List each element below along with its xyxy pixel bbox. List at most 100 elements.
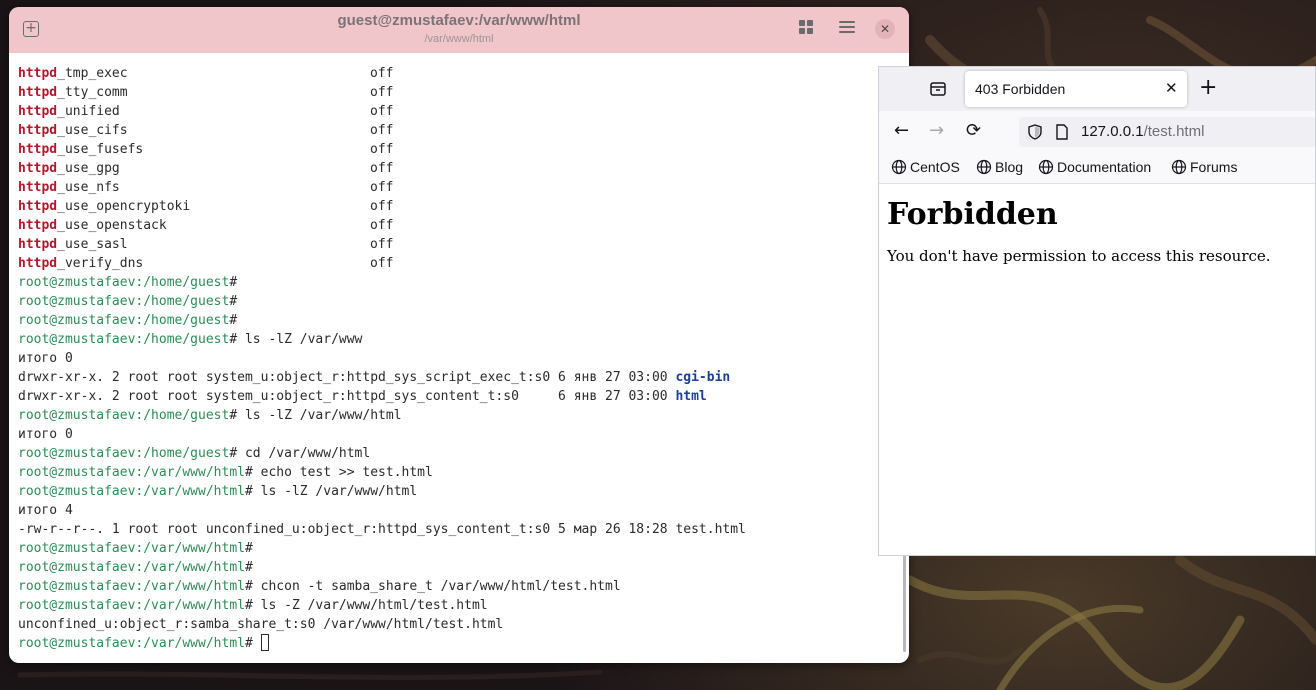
boolean-prefix: httpd xyxy=(18,66,58,81)
page-heading: Forbidden xyxy=(887,197,1058,232)
boolean-suffix: _verify_dns xyxy=(57,256,144,271)
terminal-line: drwxr-xr-x. 2 root root system_u:object_… xyxy=(18,368,898,387)
prompt-path: root@zmustafaev:/var/www/html xyxy=(18,560,245,575)
directory-name: cgi-bin xyxy=(675,370,731,385)
terminal-title: guest@zmustafaev:/var/www/html xyxy=(337,12,581,29)
command-text xyxy=(253,636,261,651)
close-icon[interactable]: ✕ xyxy=(875,19,895,39)
prompt-symbol: # xyxy=(229,446,238,461)
navigation-bar: ← → ⟳ 127.0.0.1/test.html xyxy=(879,111,1315,153)
new-tab-plus-icon[interactable]: + xyxy=(1199,77,1217,99)
boolean-suffix: _unified xyxy=(57,104,120,119)
bookmark-label: CentOS xyxy=(910,159,960,175)
boolean-suffix: _use_nfs xyxy=(57,180,120,195)
browser-window[interactable]: 403 Forbidden ✕ + ← → ⟳ 127.0.0.1/test.h… xyxy=(878,66,1316,556)
tab-active[interactable]: 403 Forbidden ✕ xyxy=(965,71,1187,107)
output-text: итого 0 xyxy=(18,427,73,442)
terminal-window[interactable]: + guest@zmustafaev:/var/www/html /var/ww… xyxy=(9,7,909,663)
terminal-line: root@zmustafaev:/home/guest# ls -lZ /var… xyxy=(18,330,898,349)
prompt-symbol: # xyxy=(229,332,238,347)
globe-icon xyxy=(1171,159,1187,175)
command-text: ls -lZ /var/www xyxy=(237,332,363,347)
terminal-line: root@zmustafaev:/home/guest# xyxy=(18,273,898,292)
boolean-prefix: httpd xyxy=(18,104,58,119)
terminal-line: unconfined_u:object_r:samba_share_t:s0 /… xyxy=(18,615,898,634)
terminal-line: -rw-r--r--. 1 root root unconfined_u:obj… xyxy=(18,520,898,539)
page-content: Forbidden You don't have permission to a… xyxy=(887,195,1307,265)
terminal-line: root@zmustafaev:/var/www/html# ls -lZ /v… xyxy=(18,482,898,501)
terminal-line: root@zmustafaev:/home/guest# xyxy=(18,311,898,330)
terminal-line: httpd_tty_comm off xyxy=(18,83,898,102)
boolean-suffix: _use_cifs xyxy=(57,123,128,138)
boolean-name: httpd_use_cifs xyxy=(18,121,370,140)
prompt-symbol: # xyxy=(229,408,238,423)
prompt-path: root@zmustafaev:/home/guest xyxy=(18,446,230,461)
terminal-headerbar[interactable]: + guest@zmustafaev:/var/www/html /var/ww… xyxy=(9,7,909,53)
boolean-prefix: httpd xyxy=(18,123,58,138)
boolean-prefix: httpd xyxy=(18,199,58,214)
tab-bar: 403 Forbidden ✕ + xyxy=(879,67,1315,111)
boolean-value: off xyxy=(370,180,394,195)
prompt-path: root@zmustafaev:/var/www/html xyxy=(18,484,245,499)
boolean-value: off xyxy=(370,256,394,271)
directory-name: html xyxy=(675,389,707,404)
boolean-suffix: _tmp_exec xyxy=(57,66,128,81)
terminal-line: root@zmustafaev:/home/guest# ls -lZ /var… xyxy=(18,406,898,425)
forward-arrow-icon[interactable]: → xyxy=(929,121,944,141)
boolean-name: httpd_tmp_exec xyxy=(18,64,370,83)
terminal-line: httpd_use_openstack off xyxy=(18,216,898,235)
terminal-line: httpd_use_fusefs off xyxy=(18,140,898,159)
bookmark-blog[interactable]: Blog xyxy=(976,159,1023,175)
terminal-line: root@zmustafaev:/var/www/html# xyxy=(18,558,898,577)
terminal-line: httpd_tmp_exec off xyxy=(18,64,898,83)
prompt-symbol: # xyxy=(244,560,253,575)
boolean-value: off xyxy=(370,85,394,100)
terminal-line: root@zmustafaev:/var/www/html# xyxy=(18,539,898,558)
bookmark-documentation[interactable]: Documentation xyxy=(1038,159,1151,175)
back-arrow-icon[interactable]: ← xyxy=(894,121,909,141)
shield-icon[interactable] xyxy=(1027,124,1043,144)
boolean-suffix: _use_opencryptoki xyxy=(57,199,191,214)
boolean-name: httpd_use_gpg xyxy=(18,159,370,178)
terminal-cursor[interactable] xyxy=(260,634,269,651)
boolean-suffix: _use_openstack xyxy=(57,218,167,233)
command-text: ls -Z /var/www/html/test.html xyxy=(252,598,488,613)
terminal-line: root@zmustafaev:/home/guest# xyxy=(18,292,898,311)
terminal-line: httpd_use_sasl off xyxy=(18,235,898,254)
boolean-value: off xyxy=(370,142,394,157)
prompt-path: root@zmustafaev:/var/www/html xyxy=(18,579,245,594)
boolean-name: httpd_verify_dns xyxy=(18,254,370,273)
boolean-suffix: _use_sasl xyxy=(57,237,128,252)
address-bar[interactable]: 127.0.0.1/test.html xyxy=(1019,117,1315,147)
boolean-prefix: httpd xyxy=(18,85,58,100)
reload-icon[interactable]: ⟳ xyxy=(966,121,981,141)
prompt-path: root@zmustafaev:/home/guest xyxy=(18,332,230,347)
boolean-value: off xyxy=(370,199,394,214)
url-text[interactable]: 127.0.0.1/test.html xyxy=(1081,123,1204,140)
boolean-name: httpd_use_fusefs xyxy=(18,140,370,159)
tab-list-icon[interactable] xyxy=(929,80,947,98)
bookmark-forums[interactable]: Forums xyxy=(1171,159,1237,175)
tab-overview-icon[interactable] xyxy=(799,20,813,34)
hamburger-menu-icon[interactable] xyxy=(839,20,855,34)
prompt-path: root@zmustafaev:/home/guest xyxy=(18,294,230,309)
page-info-icon[interactable] xyxy=(1055,124,1069,144)
prompt-symbol: # xyxy=(244,541,253,556)
prompt-symbol: # xyxy=(244,598,253,613)
boolean-prefix: httpd xyxy=(18,180,58,195)
bookmark-centos[interactable]: CentOS xyxy=(891,159,960,175)
command-text: chcon -t samba_share_t /var/www/html/tes… xyxy=(252,579,621,594)
terminal-line: root@zmustafaev:/home/guest# cd /var/www… xyxy=(18,444,898,463)
terminal-line: httpd_use_cifs off xyxy=(18,121,898,140)
boolean-suffix: _use_gpg xyxy=(57,161,120,176)
boolean-name: httpd_tty_comm xyxy=(18,83,370,102)
output-text: -rw-r--r--. 1 root root unconfined_u:obj… xyxy=(18,522,746,537)
boolean-suffix: _use_fusefs xyxy=(57,142,144,157)
output-text: итого 0 xyxy=(18,351,73,366)
terminal-output[interactable]: httpd_tmp_exec off httpd_tty_comm off httpd_… xyxy=(18,64,898,653)
tab-close-icon[interactable]: ✕ xyxy=(1165,79,1178,97)
terminal-line: httpd_use_gpg off xyxy=(18,159,898,178)
terminal-line: итого 0 xyxy=(18,349,898,368)
output-text: unconfined_u:object_r:samba_share_t:s0 /… xyxy=(18,617,504,632)
boolean-prefix: httpd xyxy=(18,256,58,271)
